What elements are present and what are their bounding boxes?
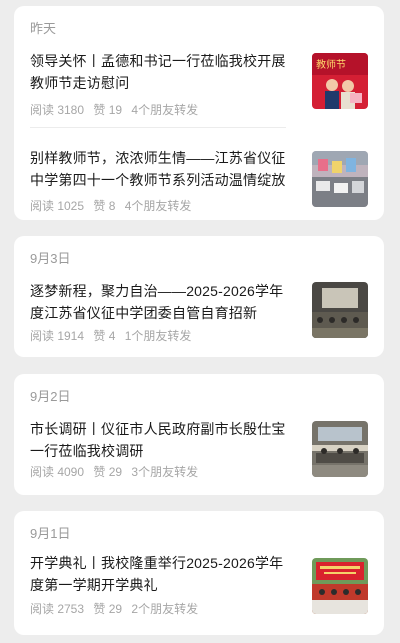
article-meta: 阅读 1025 赞 8 4个朋友转发	[30, 197, 310, 214]
article-thumbnail[interactable]	[312, 421, 368, 477]
group-date: 9月1日	[30, 526, 71, 541]
article-thumbnail[interactable]	[312, 151, 368, 207]
article-title[interactable]: 领导关怀丨孟德和书记一行莅临我校开展教师节走访慰问	[30, 50, 296, 94]
article-feed: 昨天 领导关怀丨孟德和书记一行莅临我校开展教师节走访慰问 阅读 3180 赞 1…	[0, 0, 400, 643]
read-count: 阅读 3180	[30, 103, 85, 117]
article-title[interactable]: 开学典礼丨我校隆重举行2025-2026学年度第一学期开学典礼	[30, 552, 296, 596]
share-count: 4个朋友转发	[124, 199, 192, 213]
share-count: 4个朋友转发	[131, 103, 199, 117]
article-thumbnail[interactable]: 教师节	[312, 53, 368, 109]
date-group-card: 9月3日 逐梦新程，聚力自治——2025-2026学年度江苏省仪征中学团委自管自…	[14, 236, 384, 357]
like-count: 赞 8	[93, 199, 116, 213]
share-count: 3个朋友转发	[131, 465, 199, 479]
article-item[interactable]: 别样教师节，浓浓师生情——江苏省仪征中学第四十一个教师节系列活动温情绽放 阅读 …	[30, 147, 368, 217]
group-date: 9月2日	[30, 389, 71, 404]
thumbnail-image	[312, 421, 368, 477]
thumbnail-image	[312, 558, 368, 614]
thumbnail-caption: 教师节	[316, 58, 346, 71]
read-count: 阅读 4090	[30, 465, 85, 479]
article-meta: 阅读 3180 赞 19 4个朋友转发	[30, 101, 310, 118]
date-group-card: 9月1日 开学典礼丨我校隆重举行2025-2026学年度第一学期开学典礼 阅读 …	[14, 511, 384, 635]
article-item[interactable]: 开学典礼丨我校隆重举行2025-2026学年度第一学期开学典礼 阅读 2753 …	[30, 552, 368, 624]
article-meta: 阅读 4090 赞 29 3个朋友转发	[30, 463, 310, 480]
like-count: 赞 19	[93, 103, 123, 117]
article-meta: 阅读 1914 赞 4 1个朋友转发	[30, 327, 310, 344]
read-count: 阅读 1025	[30, 199, 85, 213]
article-item[interactable]: 市长调研丨仪征市人民政府副市长殷仕宝一行莅临我校调研 阅读 4090 赞 29 …	[30, 418, 368, 488]
read-count: 阅读 2753	[30, 602, 85, 616]
like-count: 赞 29	[93, 465, 123, 479]
share-count: 1个朋友转发	[124, 329, 192, 343]
group-date: 9月3日	[30, 251, 71, 266]
article-title[interactable]: 市长调研丨仪征市人民政府副市长殷仕宝一行莅临我校调研	[30, 418, 296, 462]
like-count: 赞 29	[93, 602, 123, 616]
divider	[30, 127, 286, 128]
article-item[interactable]: 领导关怀丨孟德和书记一行莅临我校开展教师节走访慰问 阅读 3180 赞 19 4…	[30, 50, 368, 120]
article-thumbnail[interactable]	[312, 282, 368, 338]
thumbnail-image	[312, 282, 368, 338]
date-group-card: 9月2日 市长调研丨仪征市人民政府副市长殷仕宝一行莅临我校调研 阅读 4090 …	[14, 374, 384, 495]
date-group-card: 昨天 领导关怀丨孟德和书记一行莅临我校开展教师节走访慰问 阅读 3180 赞 1…	[14, 6, 384, 220]
thumbnail-image: 教师节	[312, 53, 368, 109]
group-date: 昨天	[30, 21, 57, 36]
like-count: 赞 4	[93, 329, 116, 343]
article-title[interactable]: 逐梦新程，聚力自治——2025-2026学年度江苏省仪征中学团委自管自育招新	[30, 280, 296, 324]
thumbnail-image	[312, 151, 368, 207]
article-item[interactable]: 逐梦新程，聚力自治——2025-2026学年度江苏省仪征中学团委自管自育招新 阅…	[30, 280, 368, 350]
article-title[interactable]: 别样教师节，浓浓师生情——江苏省仪征中学第四十一个教师节系列活动温情绽放	[30, 147, 296, 191]
article-meta: 阅读 2753 赞 29 2个朋友转发	[30, 600, 310, 617]
read-count: 阅读 1914	[30, 329, 85, 343]
share-count: 2个朋友转发	[131, 602, 199, 616]
article-thumbnail[interactable]	[312, 558, 368, 614]
